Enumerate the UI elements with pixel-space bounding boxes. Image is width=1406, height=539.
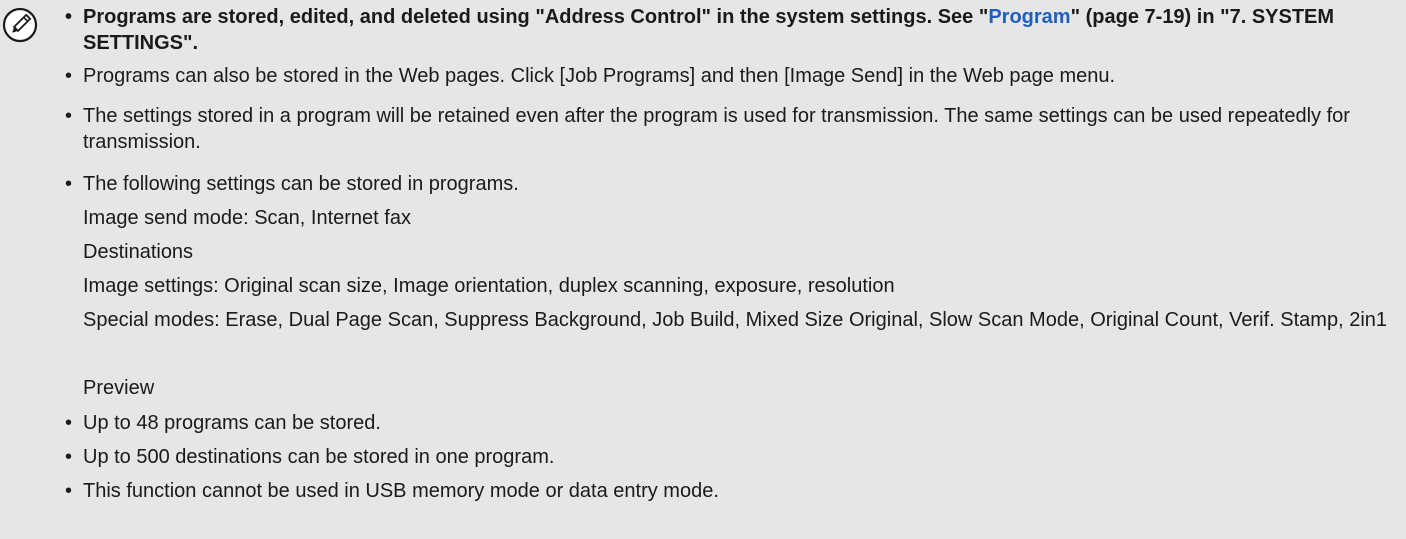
- bullet-dot: •: [65, 173, 73, 195]
- sub-item-preview: Preview: [64, 375, 1406, 401]
- sub-item-label: Special modes:: [83, 309, 226, 331]
- note-item-text: Programs are stored, edited, and deleted…: [83, 6, 989, 28]
- sub-item-special-modes: Special modes: Erase, Dual Page Scan, Su…: [64, 307, 1394, 333]
- note-item-500-destinations: • Up to 500 destinations can be stored i…: [64, 444, 1406, 470]
- sub-item-text: Destinations: [83, 241, 194, 263]
- note-item-text: Up to 500 destinations can be stored in …: [83, 446, 555, 468]
- note-item-web-pages: • Programs can also be stored in the Web…: [64, 63, 1406, 89]
- sub-item-image-settings: Image settings: Original scan size, Imag…: [64, 273, 1406, 299]
- bullet-dot: •: [65, 446, 73, 468]
- note-box: • Programs are stored, edited, and delet…: [0, 0, 1406, 539]
- note-item-following-settings: • The following settings can be stored i…: [64, 171, 1406, 197]
- note-item-text: The following settings can be stored in …: [83, 173, 519, 195]
- bullet-dot: •: [65, 105, 73, 127]
- bullet-dot: •: [65, 6, 73, 28]
- note-item-text: The settings stored in a program will be…: [83, 105, 1350, 153]
- sub-item-text: Image settings: Original scan size, Imag…: [83, 275, 895, 297]
- note-item-text: This function cannot be used in USB memo…: [83, 480, 719, 502]
- sub-item-text: Preview: [83, 377, 155, 399]
- program-link[interactable]: Program: [988, 6, 1070, 28]
- bullet-dot: •: [65, 65, 73, 87]
- bullet-dot: •: [65, 412, 73, 434]
- note-item-48-programs: • Up to 48 programs can be stored.: [64, 410, 1406, 436]
- note-item-usb-memory-mode: • This function cannot be used in USB me…: [64, 478, 1406, 504]
- note-item-text: Programs can also be stored in the Web p…: [83, 65, 1116, 87]
- sub-item-text: Erase, Dual Page Scan, Suppress Backgrou…: [225, 309, 1388, 331]
- sub-item-text: Image send mode: Scan, Internet fax: [83, 207, 411, 229]
- note-item-settings-retained: • The settings stored in a program will …: [64, 103, 1406, 155]
- sub-item-image-send-mode: Image send mode: Scan, Internet fax: [64, 205, 1406, 231]
- note-item-text: Up to 48 programs can be stored.: [83, 412, 381, 434]
- bullet-dot: •: [65, 480, 73, 502]
- sub-item-destinations: Destinations: [64, 239, 1406, 265]
- note-item-address-control: • Programs are stored, edited, and delet…: [64, 4, 1406, 56]
- pencil-note-icon: [2, 7, 38, 43]
